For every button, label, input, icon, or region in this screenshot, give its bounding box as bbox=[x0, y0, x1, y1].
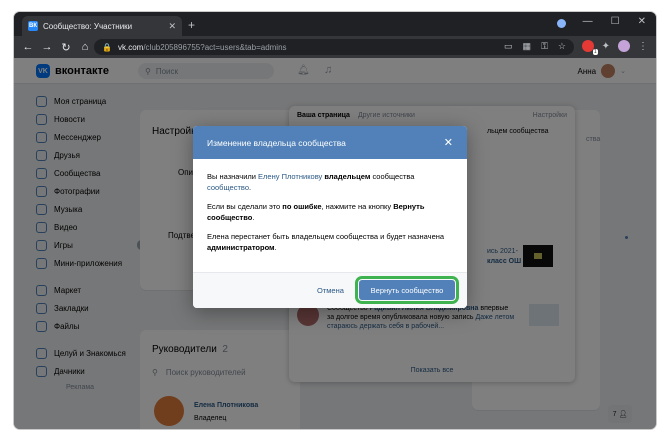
text: . bbox=[252, 213, 255, 222]
text: , нажмите на кнопку bbox=[321, 202, 394, 211]
modal-paragraph-2: Если вы сделали это по ошибке, нажмите н… bbox=[207, 201, 453, 223]
toolbar-extensions: 1 ✦ ⋮ bbox=[581, 40, 648, 55]
minimize-icon[interactable]: — bbox=[583, 16, 593, 27]
back-arrow-icon[interactable]: ← bbox=[20, 41, 36, 53]
browser-window: ВК Сообщество: Участники ✕ + — ☐ ✕ ← → ↻… bbox=[14, 12, 656, 429]
url-path: /club205896755?act=users&tab=admins bbox=[143, 42, 287, 52]
url-host: vk.com bbox=[117, 42, 144, 52]
home-icon[interactable]: ⌂ bbox=[77, 41, 93, 53]
omnibox-icons: ▭ ▦ ⚿ ☆ bbox=[504, 41, 566, 52]
puzzle-icon[interactable]: ✦ bbox=[602, 41, 610, 52]
community-link[interactable]: сообщество bbox=[207, 183, 249, 192]
return-community-button[interactable]: Вернуть сообщество bbox=[355, 276, 459, 304]
star-icon[interactable]: ☆ bbox=[558, 41, 566, 52]
modal-paragraph-3: Елена перестанет быть владельцем сообщес… bbox=[207, 231, 453, 253]
text: . bbox=[274, 243, 277, 252]
text: сообщества bbox=[370, 172, 415, 181]
modal-header: Изменение владельца сообщества ✕ bbox=[193, 126, 467, 159]
text: . bbox=[249, 183, 252, 192]
tab-close-icon[interactable]: ✕ bbox=[168, 21, 176, 32]
modal-paragraph-1: Вы назначили Елену Плотникову владельцем… bbox=[207, 171, 453, 193]
maximize-icon[interactable]: ☐ bbox=[611, 16, 620, 27]
owner-link[interactable]: Елену Плотникову bbox=[258, 172, 322, 181]
text-bold: администратором bbox=[207, 243, 275, 252]
change-owner-modal: Изменение владельца сообщества ✕ Вы назн… bbox=[193, 126, 467, 308]
address-bar[interactable]: 🔒 vk.com /club205896755?act=users&tab=ad… bbox=[94, 39, 574, 55]
profile-avatar[interactable] bbox=[618, 40, 630, 52]
reload-icon[interactable]: ↻ bbox=[58, 41, 74, 54]
cast-icon[interactable]: ▭ bbox=[504, 41, 513, 52]
window-controls: — ☐ ✕ bbox=[583, 16, 646, 27]
profile-menu-icon[interactable] bbox=[557, 19, 566, 28]
more-icon[interactable]: ⋮ bbox=[638, 41, 648, 52]
text: Если вы сделали это bbox=[207, 202, 283, 211]
text: Елена перестанет быть владельцем сообщес… bbox=[207, 232, 445, 241]
modal-title: Изменение владельца сообщества bbox=[207, 137, 346, 148]
tab-strip: ВК Сообщество: Участники ✕ + — ☐ ✕ bbox=[14, 12, 656, 36]
lock-icon: 🔒 bbox=[102, 42, 112, 52]
close-window-icon[interactable]: ✕ bbox=[638, 16, 646, 27]
extension-badge: 1 bbox=[592, 49, 598, 55]
vk-favicon-icon: ВК bbox=[28, 21, 38, 31]
qr-icon[interactable]: ▦ bbox=[523, 41, 532, 52]
text: Вы назначили bbox=[207, 172, 259, 181]
new-tab-button[interactable]: + bbox=[188, 18, 195, 32]
close-icon[interactable]: ✕ bbox=[444, 136, 453, 149]
tab-title: Сообщество: Участники bbox=[43, 21, 133, 31]
key-icon[interactable]: ⚿ bbox=[541, 41, 548, 52]
forward-arrow-icon[interactable]: → bbox=[39, 41, 55, 53]
modal-body: Вы назначили Елену Плотникову владельцем… bbox=[193, 159, 467, 253]
text-bold: по ошибке bbox=[282, 202, 322, 211]
modal-footer: Отмена Вернуть сообщество bbox=[193, 272, 467, 308]
cancel-button[interactable]: Отмена bbox=[317, 286, 344, 295]
browser-tab[interactable]: ВК Сообщество: Участники ✕ bbox=[22, 16, 182, 36]
browser-toolbar: ← → ↻ ⌂ 🔒 vk.com /club205896755?act=user… bbox=[14, 36, 656, 58]
text-bold: владельцем bbox=[322, 172, 371, 181]
extension-icon[interactable]: 1 bbox=[581, 40, 598, 55]
